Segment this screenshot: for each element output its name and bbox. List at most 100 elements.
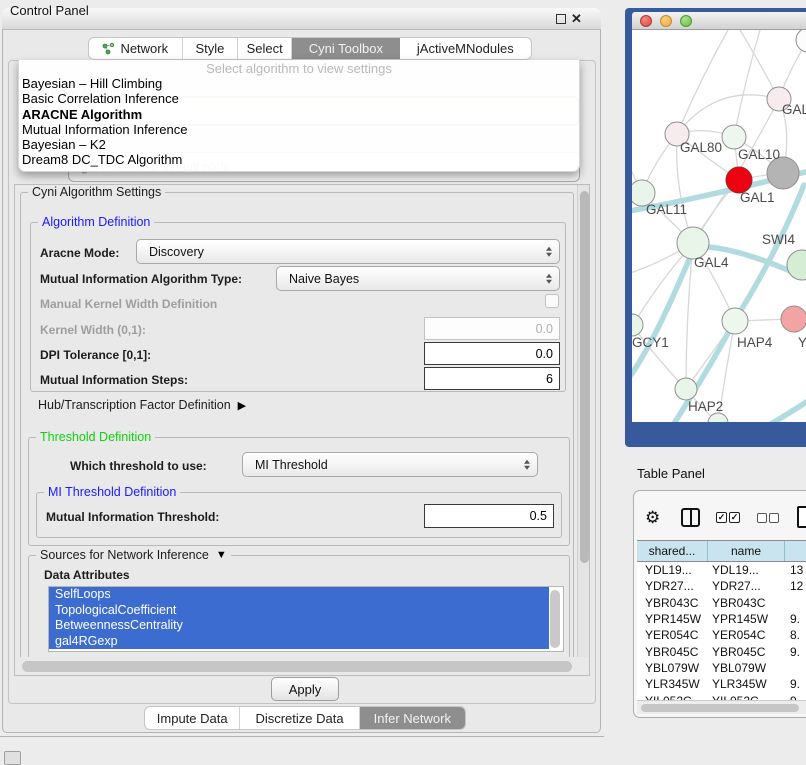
mi-threshold-field[interactable]: 0.5 bbox=[424, 504, 554, 528]
mi-threshold-label: Mutual Information Threshold: bbox=[46, 510, 219, 524]
mi-type-value: Naive Bayes bbox=[289, 272, 359, 286]
list-item[interactable]: BetweennessCentrality bbox=[49, 618, 549, 634]
table-row[interactable]: YLR345W YLR345W 9. bbox=[637, 676, 806, 692]
node-gcy1[interactable] bbox=[632, 314, 643, 336]
column-header-partial[interactable] bbox=[785, 541, 806, 561]
dropdown-item[interactable]: Dream8 DC_TDC Algorithm bbox=[19, 152, 579, 167]
deselect-all-checkbox-icon[interactable] bbox=[757, 513, 767, 523]
table-row[interactable]: YBL079W YBL079W bbox=[637, 660, 806, 676]
tab-infer-network-label: Infer Network bbox=[374, 711, 451, 726]
tab-impute-data[interactable]: Impute Data bbox=[145, 707, 240, 729]
cell: YLR345W bbox=[708, 677, 785, 691]
close-icon[interactable]: ✕ bbox=[571, 12, 582, 25]
mi-steps-field[interactable]: 6 bbox=[424, 367, 560, 390]
node-hap4[interactable] bbox=[722, 308, 748, 334]
scrollbar-thumb[interactable] bbox=[22, 661, 572, 672]
list-item[interactable]: TopologicalCoefficient bbox=[49, 603, 549, 619]
hub-definition-toggle[interactable]: Hub/Transcription Factor Definition ▶ bbox=[38, 398, 246, 412]
tab-impute-data-label: Impute Data bbox=[157, 711, 228, 726]
dropdown-item[interactable]: Bayesian – K2 bbox=[19, 137, 579, 152]
network-graph: GAL GAL80 GAL10 GAL1 GAL11 SWI4 GAL4 GCY… bbox=[632, 30, 806, 422]
sources-toggle[interactable]: Sources for Network Inference ▼ bbox=[36, 548, 231, 562]
document-icon[interactable] bbox=[797, 506, 806, 528]
cell: YDR27... bbox=[708, 579, 785, 593]
dropdown-item[interactable]: Mutual Information Inference bbox=[19, 122, 579, 137]
table-row[interactable]: YPR145W YPR145W 9. bbox=[637, 611, 806, 627]
apply-button[interactable]: Apply bbox=[271, 677, 339, 701]
control-panel-header[interactable] bbox=[2, 8, 601, 30]
dropdown-item-selected[interactable]: ARACNE Algorithm bbox=[19, 107, 579, 122]
node-unlabeled[interactable] bbox=[796, 30, 806, 52]
scrollbar-thumb[interactable] bbox=[641, 704, 799, 712]
table-body: YDL19... YDL19... 13 YDR27... YDR27... 1… bbox=[637, 562, 806, 700]
cell: YBL079W bbox=[637, 661, 708, 675]
dropdown-placeholder: Select algorithm to view settings bbox=[19, 61, 579, 76]
node-hap2[interactable] bbox=[675, 378, 697, 400]
aracne-mode-label: Aracne Mode: bbox=[40, 246, 119, 260]
kernel-width-field[interactable]: 0.0 bbox=[424, 317, 560, 340]
algorithm-definition-title: Algorithm Definition bbox=[38, 215, 154, 229]
network-window-titlebar[interactable] bbox=[632, 12, 806, 30]
tab-style[interactable]: Style bbox=[183, 38, 239, 59]
settings-vertical-scrollbar[interactable] bbox=[577, 185, 589, 675]
close-traffic-light-icon[interactable] bbox=[640, 15, 652, 27]
table-row[interactable]: YDL19... YDL19... 13 bbox=[637, 562, 806, 578]
tab-select[interactable]: Select bbox=[238, 38, 292, 59]
table-row[interactable]: YDR27... YDR27... 12 bbox=[637, 578, 806, 594]
tab-jactivemnodules[interactable]: jActiveMNodules bbox=[400, 38, 531, 59]
node-gal10[interactable] bbox=[722, 125, 746, 149]
minimize-traffic-light-icon[interactable] bbox=[660, 15, 672, 27]
tab-select-label: Select bbox=[247, 41, 283, 56]
cell: YDR27... bbox=[637, 579, 708, 593]
table-row[interactable]: YBR045C YBR045C 9. bbox=[637, 643, 806, 659]
column-header-shared-name[interactable]: shared... bbox=[637, 541, 708, 561]
node-label: GAL bbox=[782, 102, 806, 117]
list-scrollbar-thumb[interactable] bbox=[550, 590, 560, 648]
tab-network[interactable]: Network bbox=[89, 38, 183, 59]
list-item[interactable]: SelfLoops bbox=[49, 587, 549, 603]
zoom-traffic-light-icon[interactable] bbox=[680, 15, 692, 27]
select-all-checkbox-icon[interactable]: ✓ bbox=[716, 512, 727, 523]
node-label: GAL80 bbox=[680, 140, 722, 155]
dropdown-item[interactable]: Basic Correlation Inference bbox=[19, 91, 579, 106]
node-label: HAP2 bbox=[688, 399, 723, 414]
cell: YDL19... bbox=[637, 563, 708, 577]
cell: YBR043C bbox=[708, 596, 785, 610]
combo-spinner-icon bbox=[546, 246, 552, 257]
dropdown-item[interactable]: Bayesian – Hill Climbing bbox=[19, 76, 579, 91]
tab-cyni-toolbox[interactable]: Cyni Toolbox bbox=[292, 38, 400, 59]
table-row[interactable]: YER054C YER054C 8. bbox=[637, 627, 806, 643]
split-columns-icon[interactable] bbox=[681, 508, 700, 527]
list-item[interactable]: gal4RGexp bbox=[49, 634, 549, 650]
network-canvas[interactable]: GAL GAL80 GAL10 GAL1 GAL11 SWI4 GAL4 GCY… bbox=[632, 30, 806, 422]
scrollbar-thumb[interactable] bbox=[580, 191, 589, 563]
manual-kernel-checkbox[interactable] bbox=[545, 294, 559, 308]
cyni-algorithm-settings-title: Cyni Algorithm Settings bbox=[28, 185, 165, 199]
which-threshold-combo[interactable]: MI Threshold bbox=[242, 452, 538, 477]
network-nodes[interactable] bbox=[632, 30, 806, 422]
dock-panel-icon[interactable] bbox=[4, 751, 21, 765]
node-bottom[interactable] bbox=[708, 413, 728, 422]
select-all-checkbox-icon[interactable]: ✓ bbox=[729, 512, 740, 523]
tab-discretize-data[interactable]: Discretize Data bbox=[240, 707, 359, 729]
node-swi4[interactable] bbox=[787, 250, 806, 280]
deselect-all-checkbox-icon[interactable] bbox=[769, 513, 779, 523]
table-horizontal-scrollbar[interactable] bbox=[637, 700, 806, 714]
float-window-icon[interactable] bbox=[556, 14, 566, 24]
network-labels: GAL GAL80 GAL10 GAL1 GAL11 SWI4 GAL4 GCY… bbox=[632, 102, 806, 414]
table-row[interactable]: YIL052C YIL052C 9. bbox=[637, 692, 806, 700]
control-panel-title: Control Panel bbox=[10, 3, 89, 18]
manual-kernel-label: Manual Kernel Width Definition bbox=[40, 297, 217, 311]
cell: YER054C bbox=[708, 628, 785, 642]
node-y[interactable] bbox=[781, 306, 806, 332]
table-row[interactable]: YBR043C YBR043C bbox=[637, 595, 806, 611]
aracne-mode-combo[interactable]: Discovery bbox=[136, 239, 560, 264]
tab-infer-network[interactable]: Infer Network bbox=[360, 707, 465, 729]
mi-type-combo[interactable]: Naive Bayes bbox=[276, 266, 560, 291]
gear-icon[interactable]: ⚙ bbox=[645, 509, 660, 526]
algorithm-dropdown: Select algorithm to view settings Bayesi… bbox=[18, 60, 580, 172]
settings-horizontal-scrollbar[interactable] bbox=[15, 657, 589, 675]
node-label: GAL11 bbox=[646, 202, 687, 217]
column-header-name[interactable]: name bbox=[708, 541, 785, 561]
dpi-tolerance-field[interactable]: 0.0 bbox=[424, 342, 560, 365]
